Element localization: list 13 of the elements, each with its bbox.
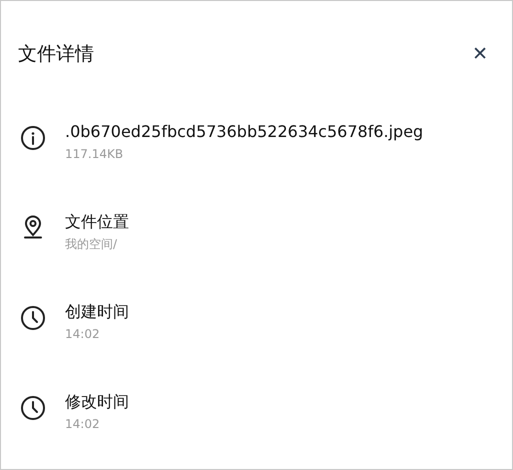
clock-icon <box>20 395 46 421</box>
item-subtitle: 我的空间/ <box>65 236 118 253</box>
item-subtitle: 14:02 <box>65 416 101 433</box>
item-title: .0b670ed25fbcd5736bb522634c5678f6.jpeg <box>65 121 424 143</box>
item-subtitle: 14:02 <box>65 326 101 343</box>
info-icon <box>20 125 46 151</box>
item-title: 文件位置 <box>65 211 129 233</box>
close-button[interactable]: ✕ <box>466 43 494 65</box>
item-title: 修改时间 <box>65 391 129 413</box>
item-title: 创建时间 <box>65 301 129 323</box>
clock-icon <box>20 305 46 331</box>
panel-title: 文件详情 <box>18 42 94 67</box>
item-subtitle: 117.14KB <box>65 146 124 163</box>
